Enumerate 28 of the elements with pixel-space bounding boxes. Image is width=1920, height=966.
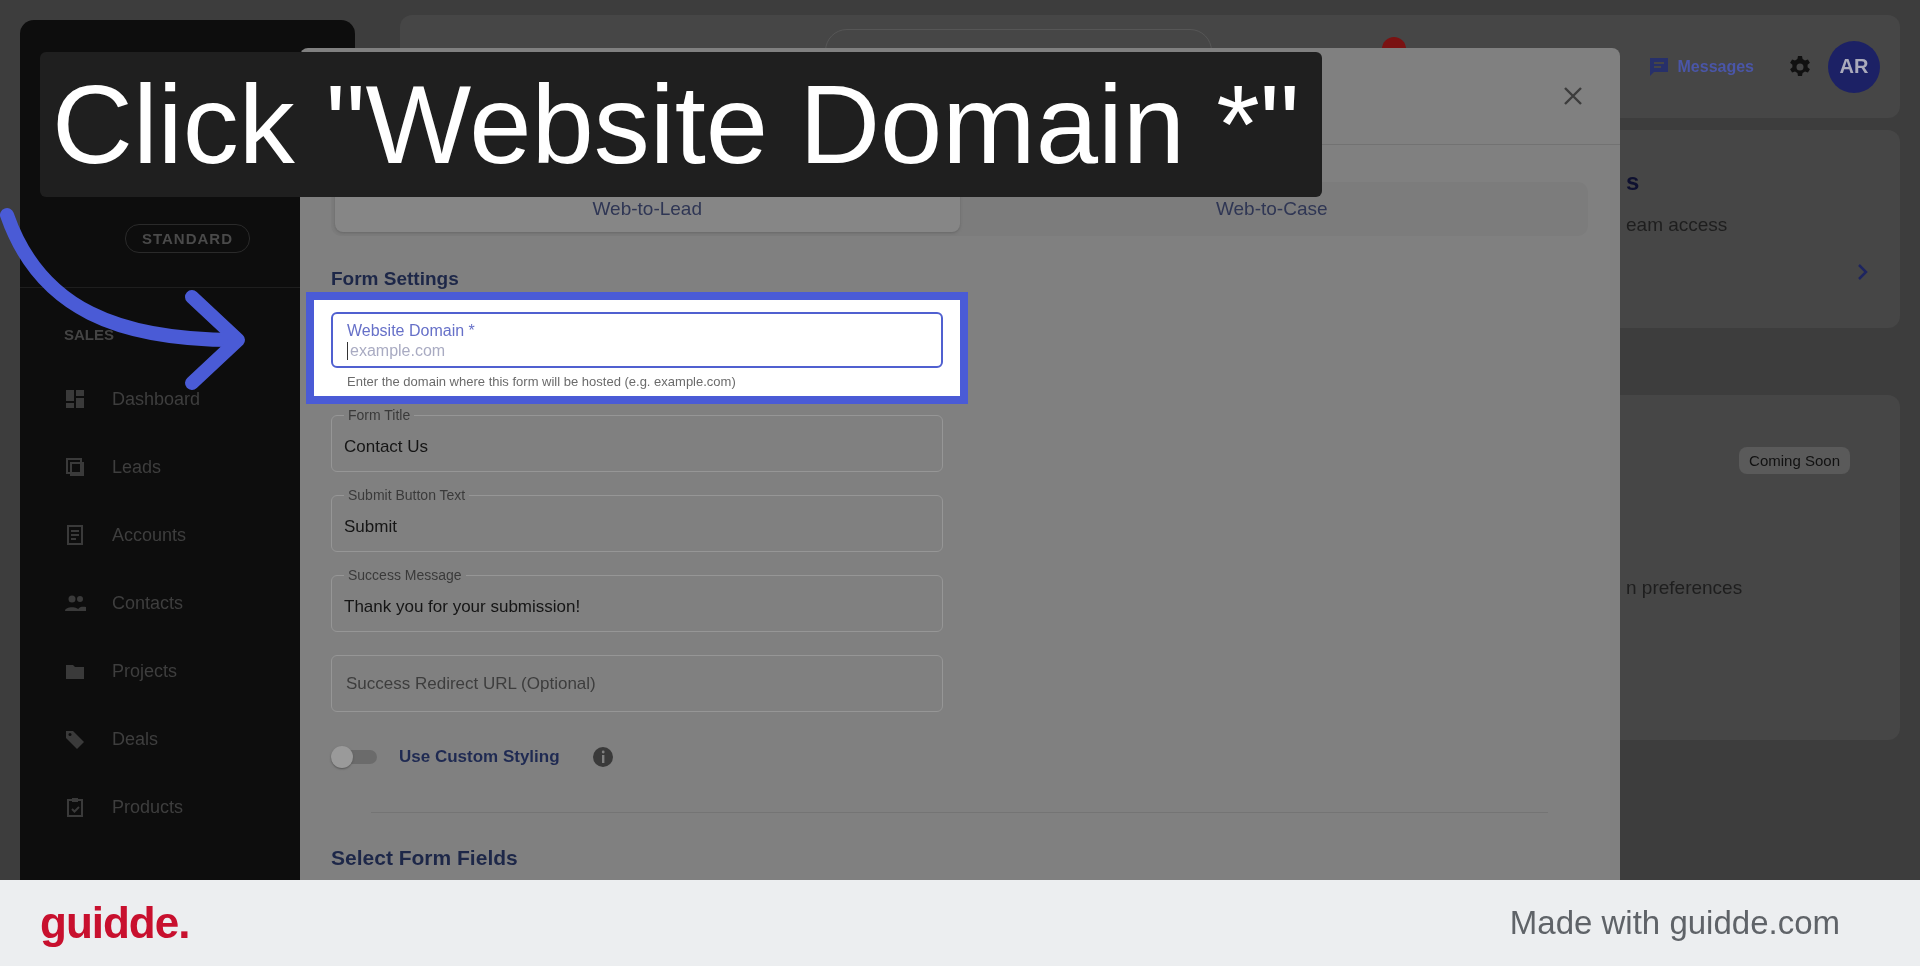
nav-icon	[64, 388, 86, 410]
info-icon[interactable]	[591, 746, 614, 768]
text-field[interactable]: Form Title Contact Us	[331, 407, 943, 472]
toggle-label: Use Custom Styling	[399, 747, 560, 767]
messages-button[interactable]: Messages	[1647, 55, 1754, 78]
card-title: s	[1626, 168, 1640, 196]
chat-icon	[1647, 55, 1670, 78]
close-icon[interactable]	[1562, 85, 1584, 107]
credit-text: Made with guidde.com	[1509, 904, 1840, 942]
nav-icon	[64, 728, 86, 750]
toggle-switch[interactable]	[331, 746, 377, 768]
section-heading: Select Form Fields	[331, 846, 518, 870]
nav-icon	[64, 456, 86, 478]
text-field[interactable]: Submit Button Text Submit	[331, 487, 943, 552]
text-field[interactable]: Website Domain * example.com	[331, 312, 943, 368]
caption-tooltip: Click "Website Domain *"	[40, 52, 1322, 197]
nav-icon	[64, 524, 86, 546]
chevron-icon[interactable]	[1856, 262, 1870, 282]
text-field[interactable]: Success Redirect URL (Optional)	[331, 655, 943, 712]
nav-icon	[64, 796, 86, 818]
plan-badge: STANDARD	[124, 224, 251, 253]
brand-logo: guidde.	[40, 898, 190, 948]
status-badge: Coming Soon	[1739, 447, 1850, 474]
section-heading: Form Settings	[331, 268, 459, 290]
user-avatar[interactable]: AR	[1828, 40, 1880, 93]
helper-text: Enter the domain where this form will be hosted (e.g. example.com)	[347, 374, 736, 389]
text-field[interactable]: Success Message Thank you for your submission!	[331, 567, 943, 632]
settings-icon[interactable]	[1788, 54, 1812, 79]
